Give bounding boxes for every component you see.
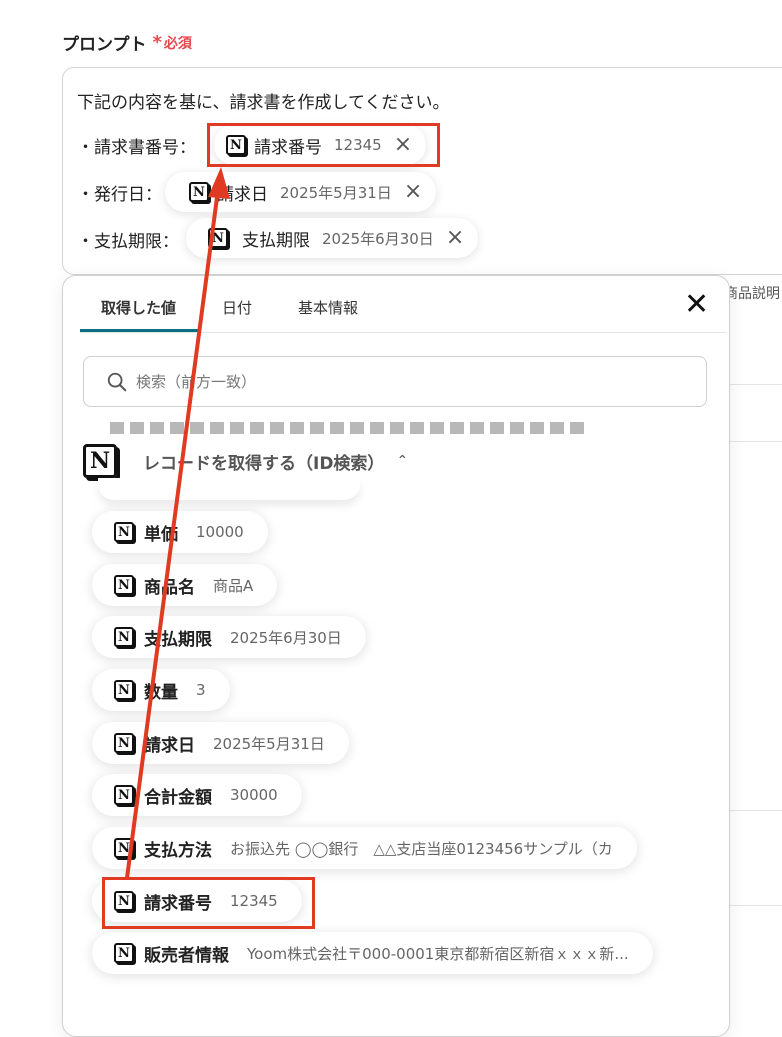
annotation-arrow <box>125 167 230 880</box>
